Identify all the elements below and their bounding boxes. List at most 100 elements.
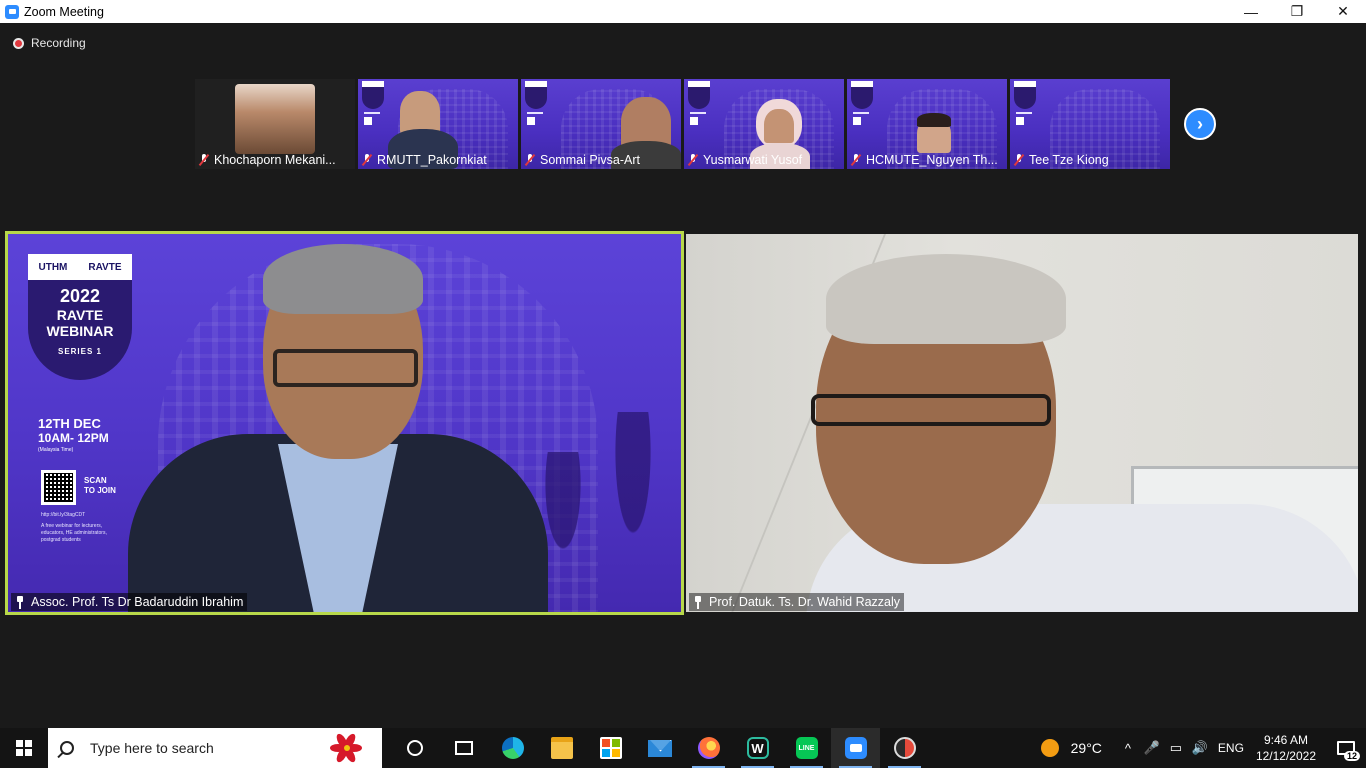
participant-name-text: RMUTT_Pakornkiat: [377, 153, 487, 167]
clock[interactable]: 9:46 AM 12/12/2022: [1256, 732, 1316, 764]
mic-muted-icon: [525, 154, 535, 166]
mic-muted-icon: [851, 154, 861, 166]
participant-thumbnail[interactable]: Yusmarwati Yusof: [684, 79, 844, 169]
participant-face: [764, 109, 794, 143]
file-explorer-button[interactable]: [537, 728, 586, 768]
webinar-poster: UTHM RAVTE 2022 RAVTE WEBINAR SERIES 1: [28, 234, 132, 382]
pinned-apps: W LINE: [390, 728, 929, 768]
poster-timezone: (Malaysia Time): [38, 447, 74, 453]
participant-name-text: Tee Tze Kiong: [1029, 153, 1109, 167]
close-button[interactable]: ✕: [1320, 0, 1366, 23]
mail-button[interactable]: [635, 728, 684, 768]
task-view-button[interactable]: [439, 728, 488, 768]
poster-year: 2022: [59, 286, 101, 306]
microphone-icon[interactable]: 🎤: [1140, 728, 1164, 768]
recording-indicator[interactable]: Recording: [13, 36, 86, 50]
participant-thumbnail[interactable]: HCMUTE_Nguyen Th...: [847, 79, 1007, 169]
restore-button[interactable]: ❐: [1274, 0, 1320, 23]
participant-thumbnail[interactable]: Sommai Pivsa-Art: [521, 79, 681, 169]
minimize-button[interactable]: —: [1228, 0, 1274, 23]
qr-code-icon: [41, 470, 76, 505]
poster-logos: UTHM RAVTE: [28, 254, 132, 280]
poster-scan: SCAN TO JOIN: [84, 476, 116, 496]
search-icon: [60, 741, 74, 755]
speaker-name: Prof. Datuk. Ts. Dr. Wahid Razzaly: [709, 595, 901, 609]
participant-thumbnail[interactable]: Tee Tze Kiong: [1010, 79, 1170, 169]
mic-muted-icon: [688, 154, 698, 166]
recording-dot-icon: [13, 37, 24, 49]
cortana-icon: [406, 740, 423, 756]
volume-icon[interactable]: 🔊: [1188, 728, 1212, 768]
participant-name: HCMUTE_Nguyen Th...: [851, 153, 998, 167]
mic-muted-icon: [362, 154, 372, 166]
edge-icon: [501, 737, 524, 759]
snipping-tool-icon: [893, 737, 916, 759]
microsoft-store-icon: [599, 737, 622, 759]
poster-graphic: [1014, 81, 1038, 143]
pin-icon: [693, 595, 703, 609]
participant-name: Tee Tze Kiong: [1014, 153, 1109, 167]
poster-title-2: WEBINAR: [46, 323, 114, 339]
action-center-button[interactable]: 12: [1326, 728, 1366, 768]
mic-muted-icon: [1014, 154, 1024, 166]
edge-button[interactable]: [488, 728, 537, 768]
poinsettia-icon: [330, 732, 368, 764]
system-tray: 29°C ^ 🎤 ▭ 🔊 ENG 9:46 AM 12/12/2022 12: [1040, 728, 1366, 768]
firefox-icon: [697, 737, 720, 759]
input-language[interactable]: ENG: [1218, 741, 1244, 755]
poster-graphic: [362, 81, 386, 143]
mail-icon: [647, 739, 672, 757]
main-video-right[interactable]: Prof. Datuk. Ts. Dr. Wahid Razzaly: [686, 234, 1358, 612]
poster-details: http://bit.ly/3tagCDT A free webinar for…: [41, 512, 121, 544]
palm-tree: [598, 412, 668, 612]
poster-graphic: [688, 81, 712, 143]
show-hidden-icons-chevron-icon[interactable]: ^: [1116, 728, 1140, 768]
battery-icon[interactable]: ▭: [1164, 728, 1188, 768]
window-title: Zoom Meeting: [24, 4, 104, 19]
video-name-tag: Assoc. Prof. Ts Dr Badaruddin Ibrahim: [11, 593, 248, 611]
taskbar-search[interactable]: Type here to search: [48, 728, 382, 768]
participant-name-text: Yusmarwati Yusof: [703, 153, 803, 167]
line-button[interactable]: LINE: [782, 728, 831, 768]
microsoft-store-button[interactable]: [586, 728, 635, 768]
participant-name-text: Sommai Pivsa-Art: [540, 153, 641, 167]
start-button[interactable]: [0, 728, 48, 768]
next-page-button[interactable]: ›: [1184, 108, 1216, 140]
participant-name: Khochaporn Mekani...: [199, 153, 336, 167]
main-video-left[interactable]: UTHM RAVTE 2022 RAVTE WEBINAR SERIES 1 1…: [5, 231, 684, 615]
title-bar: Zoom Meeting — ❐ ✕: [0, 0, 1366, 23]
participant-video: [235, 84, 315, 154]
poster-banner: 2022 RAVTE WEBINAR SERIES 1: [28, 280, 132, 380]
recording-label: Recording: [31, 36, 86, 50]
window-controls: — ❐ ✕: [1228, 0, 1366, 23]
firefox-button[interactable]: [684, 728, 733, 768]
participant-name-text: Khochaporn Mekani...: [214, 153, 336, 167]
poster-graphic: [851, 81, 875, 143]
speaker-name: Assoc. Prof. Ts Dr Badaruddin Ibrahim: [31, 595, 244, 609]
participant-name: RMUTT_Pakornkiat: [362, 153, 487, 167]
clock-date: 12/12/2022: [1255, 749, 1316, 763]
search-placeholder: Type here to search: [90, 740, 214, 756]
participant-name: Yusmarwati Yusof: [688, 153, 802, 167]
pin-icon: [15, 595, 25, 609]
participant-thumbnail[interactable]: RMUTT_Pakornkiat: [358, 79, 518, 169]
speaker-hair: [263, 244, 423, 314]
clock-time: 9:46 AM: [1263, 733, 1308, 747]
windows-taskbar: Type here to search W LINE 29°C ^ 🎤 ▭ 🔊 …: [0, 728, 1366, 768]
notification-count: 12: [1343, 751, 1360, 761]
cortana-button[interactable]: [390, 728, 439, 768]
file-explorer-icon: [550, 737, 573, 759]
speaker-glasses: [811, 394, 1051, 426]
poster-info: 12TH DEC 10AM- 12PM (Malaysia Time): [38, 416, 148, 453]
uthm-logo: UTHM: [38, 261, 68, 273]
poster-title-1: RAVTE: [56, 307, 104, 323]
poster-description: A free webinar for lecturers, educators,…: [41, 523, 107, 543]
participant-name-text: HCMUTE_Nguyen Th...: [866, 153, 998, 167]
participant-thumbnail[interactable]: Khochaporn Mekani...: [195, 79, 355, 169]
zoom-button[interactable]: [831, 728, 880, 768]
weather-widget[interactable]: 29°C: [1040, 739, 1102, 757]
webex-button[interactable]: W: [733, 728, 782, 768]
line-icon: LINE: [795, 737, 818, 759]
snipping-tool-button[interactable]: [880, 728, 929, 768]
poster-series: SERIES 1: [57, 347, 102, 356]
